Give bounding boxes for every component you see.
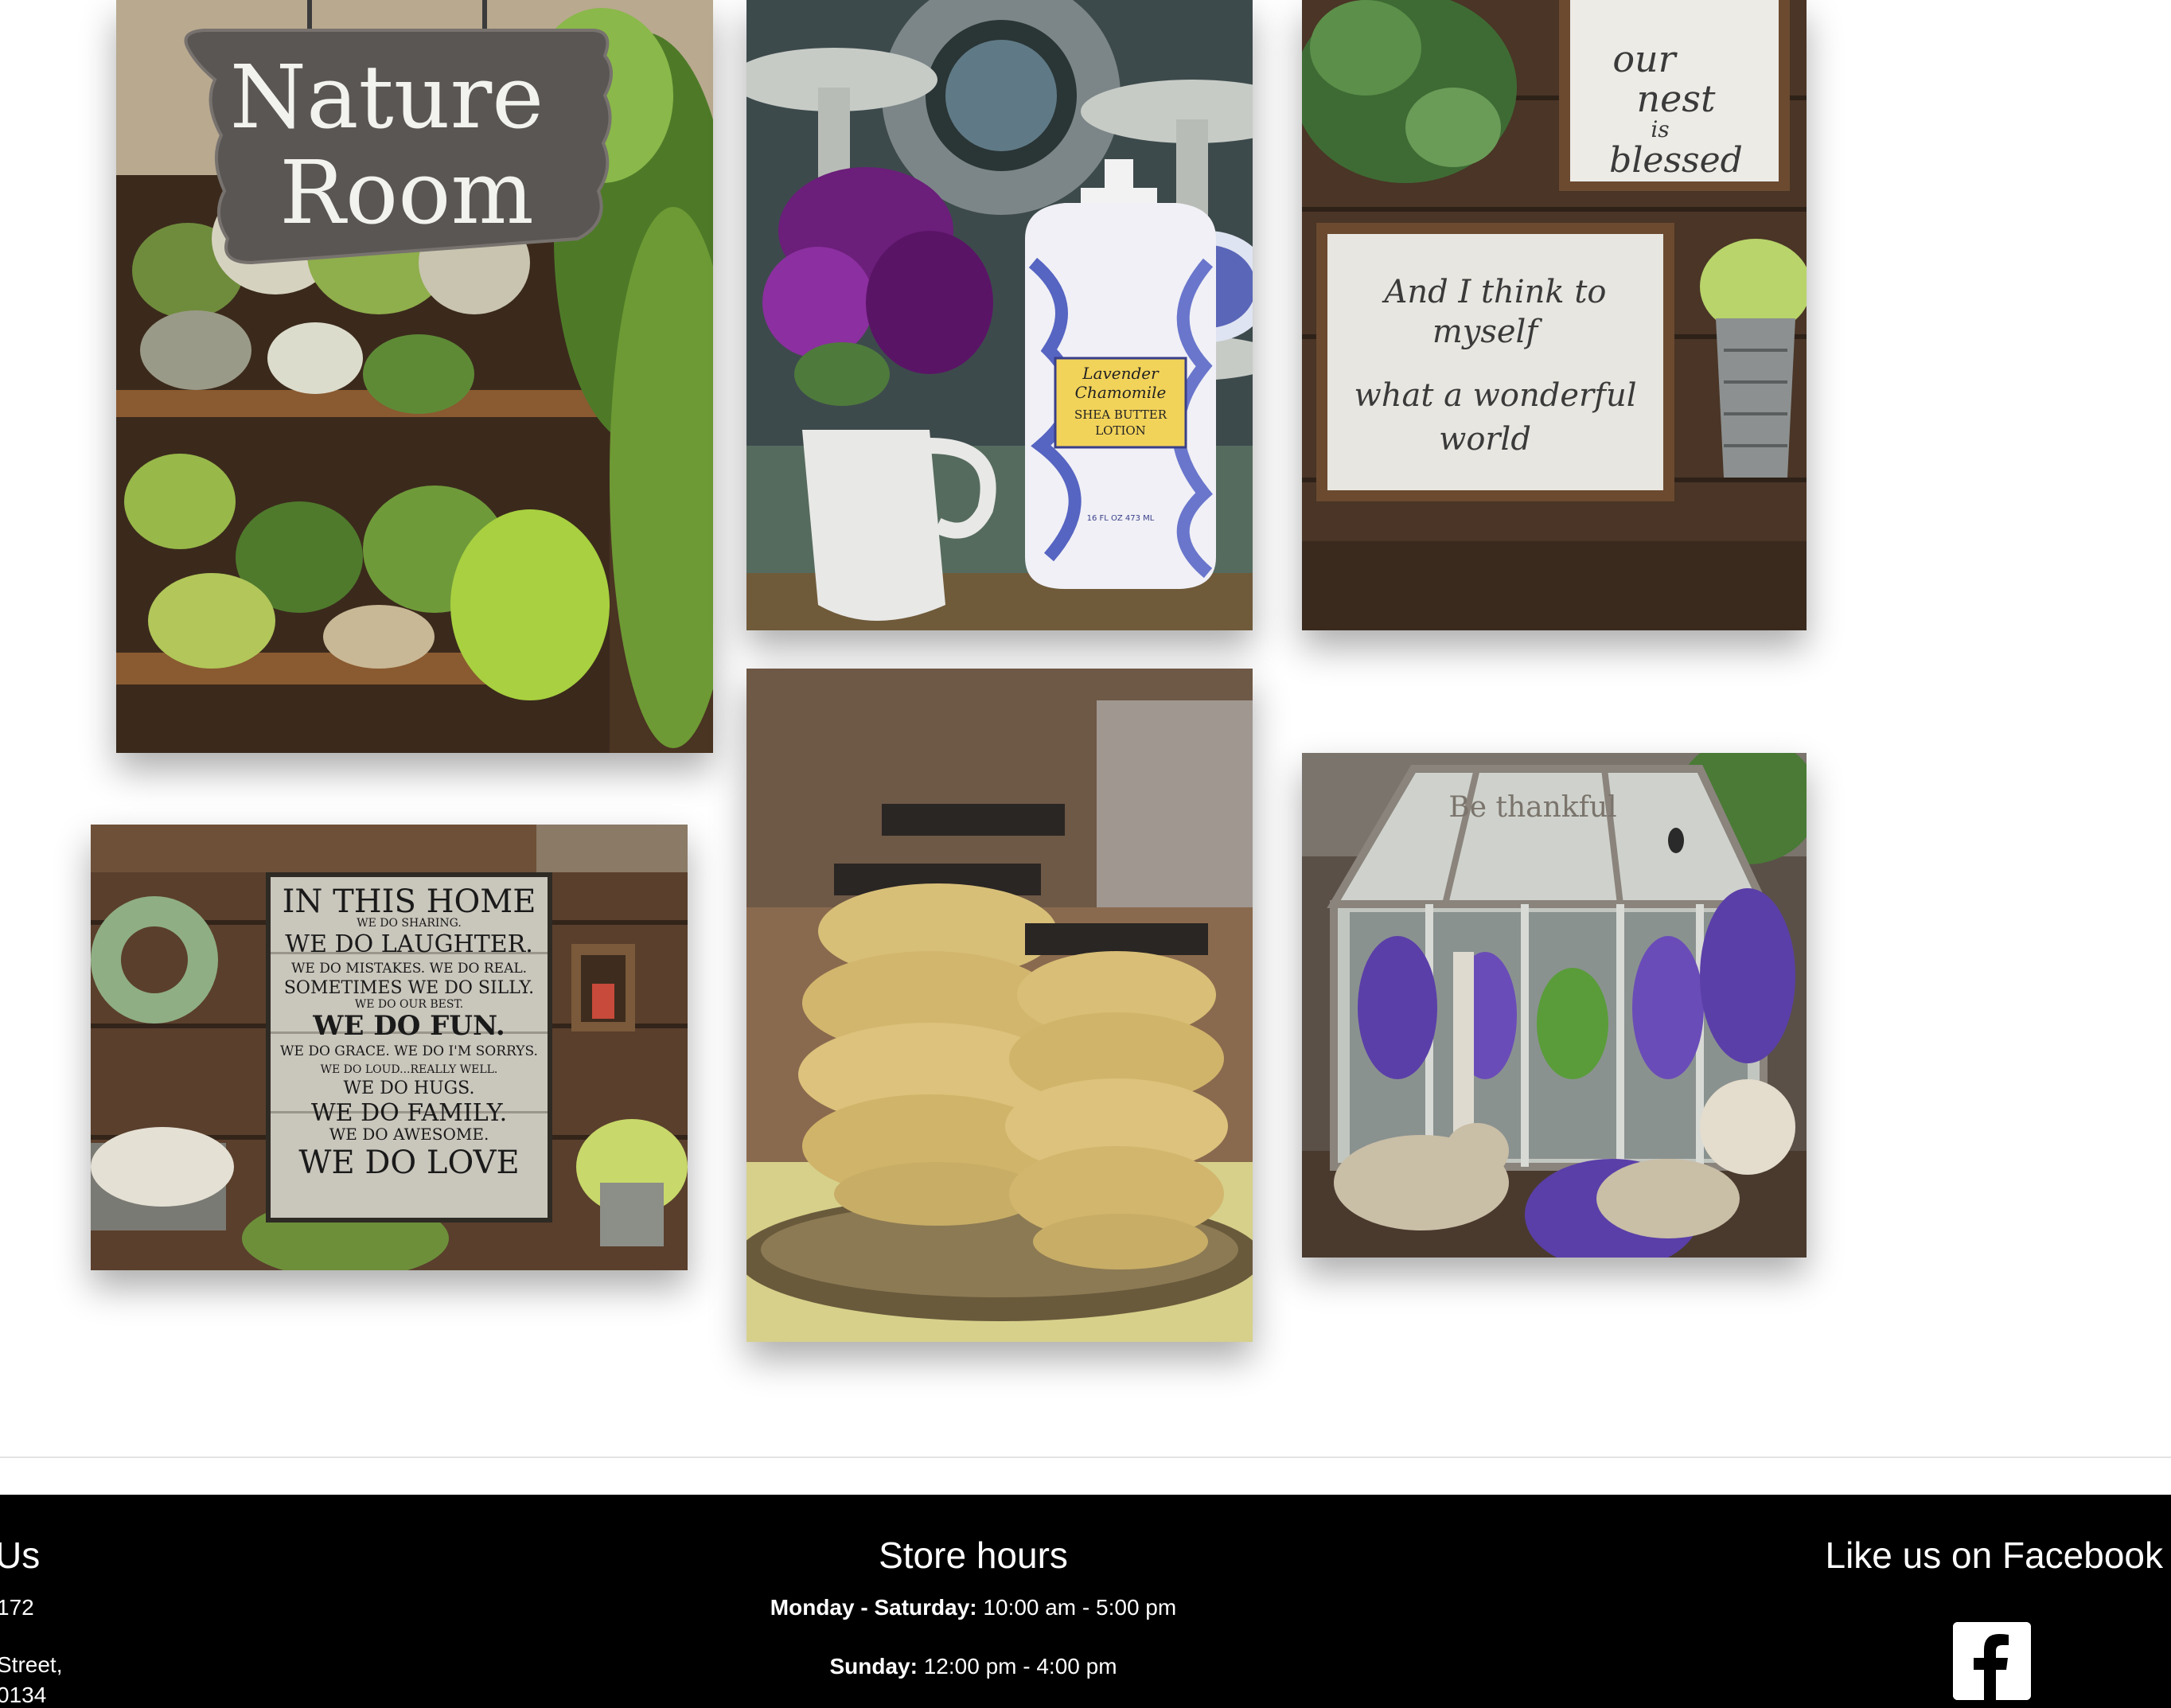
nature-room-image: Nature Room: [116, 0, 713, 753]
nest-sign-line-4: blessed: [1609, 140, 1743, 181]
page: Nature Room Lavender Chamomile SHEA BUTT…: [0, 0, 2171, 1708]
home-sign-line-13: WE DO LOVE: [298, 1145, 519, 1181]
home-sign-line-12: WE DO AWESOME.: [329, 1125, 489, 1144]
gallery-photo-honey-jars[interactable]: [746, 669, 1253, 1342]
photo-gallery: Nature Room Lavender Chamomile SHEA BUTT…: [0, 0, 2171, 1456]
hours-sunday-label: Sunday:: [829, 1654, 918, 1679]
world-sign-line-3: what a wonderful: [1354, 377, 1636, 414]
world-sign-line-1: And I think to: [1382, 274, 1607, 310]
home-sign-line-3: WE DO LAUGHTER.: [285, 930, 532, 958]
contact-zip: 0134: [0, 1683, 47, 1707]
lotion-label-line-2: Chamomile: [1075, 383, 1167, 402]
lotion-label-line-1: Lavender: [1082, 364, 1160, 383]
hours-sunday-value: 12:00 pm - 4:00 pm: [917, 1654, 1117, 1679]
lotion-volume-label: 16 FL OZ 473 ML: [1087, 514, 1155, 523]
store-hours-heading: Store hours: [879, 1534, 1068, 1576]
terrarium-image: Be thankful: [1302, 753, 1807, 1258]
nest-sign-line-2: nest: [1637, 77, 1716, 120]
home-sign-line-1: IN THIS HOME: [283, 883, 536, 920]
lavender-lotion-image: Lavender Chamomile SHEA BUTTER LOTION 16…: [746, 0, 1253, 630]
gallery-photo-terrarium[interactable]: Be thankful: [1302, 753, 1807, 1258]
world-sign-line-4: world: [1439, 421, 1531, 458]
facebook-logo-graphic: [1953, 1622, 2031, 1700]
home-sign-line-7: WE DO FUN.: [312, 1010, 505, 1042]
terrarium-glass-text: Be thankful: [1448, 791, 1616, 824]
nest-signs-image: our nest is blessed And I think to mysel…: [1302, 0, 1807, 630]
home-sign-line-8: WE DO GRACE. WE DO I'M SORRYS.: [280, 1043, 538, 1059]
hours-weekday: Monday - Saturday: 10:00 am - 5:00 pm: [0, 1593, 1947, 1622]
hours-weekday-value: 10:00 am - 5:00 pm: [976, 1595, 1177, 1620]
gallery-photo-nest-signs[interactable]: our nest is blessed And I think to mysel…: [1302, 0, 1807, 630]
nest-sign-line-3: is: [1651, 116, 1669, 142]
gallery-photo-in-this-home[interactable]: IN THIS HOME WE DO SHARING. WE DO LAUGHT…: [91, 825, 688, 1270]
gallery-photo-nature-room[interactable]: Nature Room: [116, 0, 713, 753]
home-sign-line-4: WE DO MISTAKES. WE DO REAL.: [291, 961, 527, 977]
home-sign-line-5: SOMETIMES WE DO SILLY.: [284, 978, 534, 998]
home-sign-line-9: WE DO LOUD...REALLY WELL.: [321, 1063, 498, 1076]
home-sign-line-11: WE DO FAMILY.: [311, 1099, 507, 1127]
footer-divider: [0, 1456, 2171, 1458]
world-sign-line-2: myself: [1432, 314, 1543, 350]
honey-jars-image: [746, 669, 1253, 1342]
nature-room-sign-line-1: Nature: [230, 46, 544, 148]
facebook-icon[interactable]: [1953, 1622, 2031, 1700]
nature-room-sign-line-2: Room: [279, 142, 534, 244]
hours-sunday: Sunday: 12:00 pm - 4:00 pm: [0, 1652, 1947, 1681]
nest-sign-line-1: our: [1612, 37, 1678, 80]
in-this-home-image: IN THIS HOME WE DO SHARING. WE DO LAUGHT…: [91, 825, 688, 1270]
lotion-label-line-4: LOTION: [1095, 423, 1146, 438]
gallery-photo-lavender-lotion[interactable]: Lavender Chamomile SHEA BUTTER LOTION 16…: [746, 0, 1253, 630]
facebook-heading: Like us on Facebook: [1825, 1534, 2164, 1576]
lotion-label-line-3: SHEA BUTTER: [1074, 408, 1167, 422]
home-sign-line-2: WE DO SHARING.: [357, 917, 462, 930]
hours-weekday-label: Monday - Saturday:: [770, 1595, 977, 1620]
site-footer: Us 172 Street, 0134 Store hours Monday -…: [0, 1495, 2171, 1708]
home-sign-line-10: WE DO HUGS.: [344, 1078, 475, 1098]
home-sign-line-6: WE DO OUR BEST.: [355, 998, 463, 1011]
